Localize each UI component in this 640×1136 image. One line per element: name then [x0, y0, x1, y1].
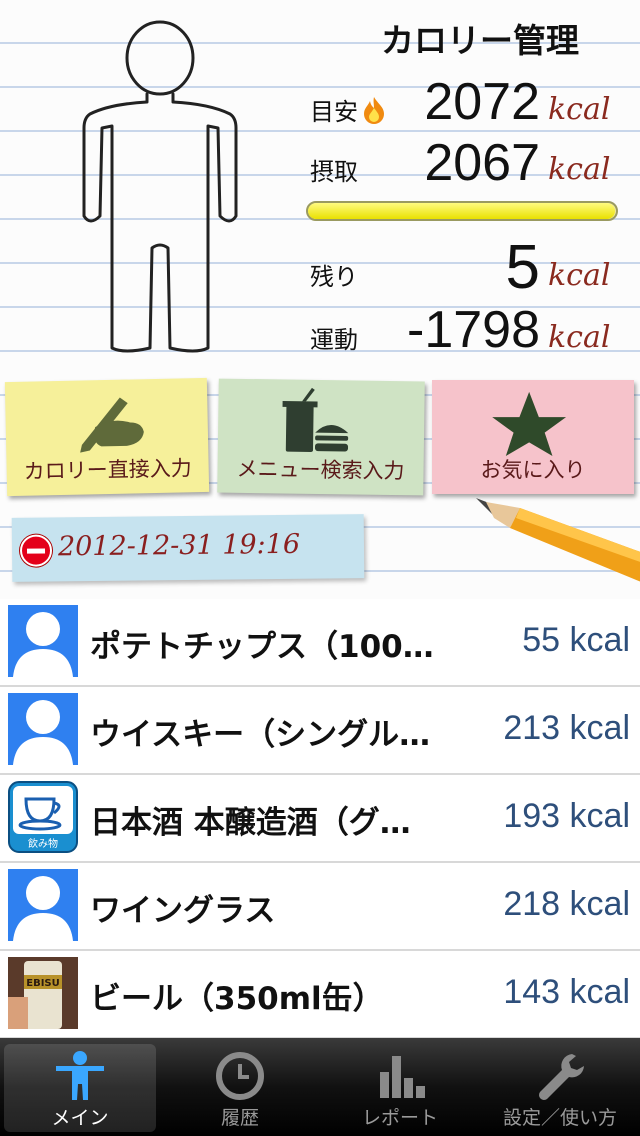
remove-date-icon[interactable] [19, 534, 53, 567]
list-item[interactable]: 飲み物 日本酒 本醸造酒（グ… 193 kcal [0, 775, 640, 863]
exercise-value: -1798 [407, 301, 540, 359]
main-screen: カロリー管理 目安 2072 kcal 摂取 2067 kcal 残り 5 kc… [0, 0, 640, 1136]
tab-main[interactable]: メイン [4, 1044, 156, 1132]
flame-icon [364, 97, 384, 124]
item-kcal: 213 kcal [503, 709, 630, 747]
bar-chart-icon [380, 1056, 425, 1098]
remaining-label: 残り [310, 263, 358, 291]
wrench-icon [539, 1054, 584, 1100]
target-unit: kcal [548, 92, 611, 127]
list-item[interactable]: ポテトチップス（100… 55 kcal [0, 599, 640, 687]
item-name: ウイスキー（シングル… [90, 717, 431, 753]
list-item[interactable]: ワイングラス 218 kcal [0, 863, 640, 951]
remaining-unit: kcal [548, 258, 611, 293]
body-figure-icon [82, 20, 238, 353]
intake-label: 摂取 [310, 158, 358, 186]
calorie-progress-bar [306, 201, 618, 221]
exercise-unit: kcal [548, 320, 611, 355]
direct-input-button[interactable]: カロリー直接入力 [4, 377, 210, 497]
item-name: ビール（350ml缶） [90, 981, 384, 1017]
pencil-icon [476, 498, 640, 582]
item-name: ポテトチップス（100… [90, 629, 434, 665]
target-label: 目安 [310, 92, 386, 127]
drink-cup-icon: 飲み物 [8, 781, 78, 853]
tab-history[interactable]: 履歴 [164, 1044, 316, 1132]
exercise-label: 運動 [310, 326, 358, 354]
clock-icon [216, 1052, 264, 1100]
item-kcal: 55 kcal [522, 621, 630, 659]
intake-unit: kcal [548, 152, 611, 187]
pen-hand-icon [80, 397, 144, 453]
remaining-value: 5 [505, 233, 540, 302]
beer-can-photo: EBISU [8, 957, 78, 1029]
item-kcal: 193 kcal [503, 797, 630, 835]
menu-search-button[interactable]: メニュー検索入力 [217, 378, 425, 496]
tab-settings[interactable]: 設定／使い方 [484, 1044, 636, 1132]
fastfood-icon [282, 387, 349, 452]
item-kcal: 143 kcal [503, 973, 630, 1011]
page-title: カロリー管理 [381, 21, 579, 60]
svg-text:飲み物: 飲み物 [28, 837, 58, 850]
food-list: ポテトチップス（100… 55 kcal ウイスキー（シングル… 213 kca… [0, 599, 640, 1039]
star-icon [492, 391, 567, 456]
favorites-button[interactable]: お気に入り [432, 380, 634, 494]
item-name: 日本酒 本醸造酒（グ… [90, 805, 411, 841]
list-item[interactable]: ウイスキー（シングル… 213 kcal [0, 687, 640, 775]
person-icon [8, 869, 78, 941]
tab-report[interactable]: レポート [324, 1044, 476, 1132]
person-icon [8, 605, 78, 677]
date-label[interactable]: 2012-12-31 19:16 [11, 514, 365, 582]
person-icon [8, 693, 78, 765]
svg-text:EBISU: EBISU [26, 978, 60, 989]
calorie-progress-fill [308, 203, 616, 219]
item-kcal: 218 kcal [503, 885, 630, 923]
tab-bar: メイン 履歴 レポート 設定／使い方 [0, 1038, 640, 1136]
person-icon [56, 1051, 104, 1100]
target-value: 2072 [424, 73, 540, 131]
item-name: ワイングラス [90, 893, 276, 929]
date-text: 2012-12-31 19:16 [57, 528, 301, 563]
list-item[interactable]: EBISU ビール（350ml缶） 143 kcal [0, 951, 640, 1039]
intake-value: 2067 [424, 134, 540, 192]
